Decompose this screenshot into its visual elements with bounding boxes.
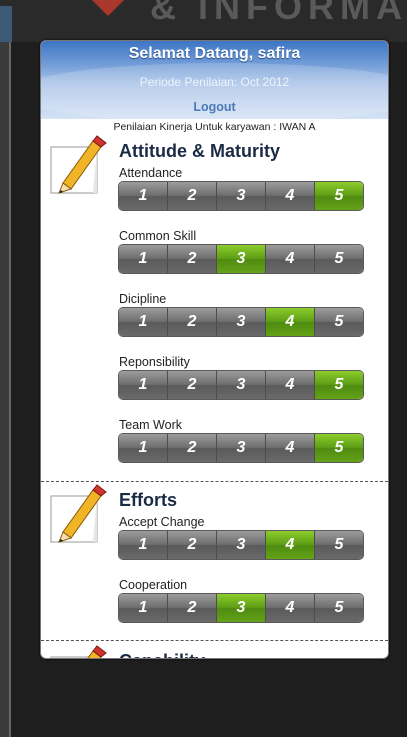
background-watermark: & INFORMA: [150, 0, 407, 27]
background-left-accent: [0, 6, 12, 42]
criterion-label: Team Work: [119, 418, 182, 432]
section-divider: [41, 640, 388, 641]
criterion-label: Dicipline: [119, 292, 167, 306]
criterion-label: Attendance: [119, 166, 183, 180]
rating-option-4[interactable]: 4: [266, 371, 315, 399]
section-title: Attitude & Maturity: [119, 141, 280, 161]
rating-option-2[interactable]: 2: [168, 594, 217, 622]
rating-option-5[interactable]: 5: [315, 594, 363, 622]
pencil-edit-icon: [49, 645, 107, 658]
section-title: Capability: [119, 651, 205, 658]
rating-selector: 12345: [118, 370, 364, 400]
rating-selector: 12345: [118, 530, 364, 560]
rating-option-2[interactable]: 2: [168, 434, 217, 462]
rating-selector: 12345: [118, 181, 364, 211]
rating-option-1[interactable]: 1: [119, 434, 168, 462]
rating-option-4[interactable]: 4: [266, 594, 315, 622]
criterion-label: Accept Change: [119, 515, 205, 529]
criterion-label: Common Skill: [119, 229, 197, 243]
rating-option-4[interactable]: 4: [266, 245, 315, 273]
rating-option-1[interactable]: 1: [119, 245, 168, 273]
rating-option-4[interactable]: 4: [266, 182, 315, 210]
rating-option-2[interactable]: 2: [168, 182, 217, 210]
rating-option-3[interactable]: 3: [217, 371, 266, 399]
rating-selector: 12345: [118, 244, 364, 274]
rating-option-5[interactable]: 5: [315, 371, 363, 399]
rating-option-3[interactable]: 3: [217, 245, 266, 273]
rating-option-1[interactable]: 1: [119, 308, 168, 336]
rating-option-3[interactable]: 3: [217, 182, 266, 210]
rating-option-3[interactable]: 3: [217, 531, 266, 559]
pencil-edit-icon: [49, 135, 107, 197]
rating-option-5[interactable]: 5: [315, 308, 363, 336]
background-logo-triangle: [92, 0, 124, 16]
rating-option-1[interactable]: 1: [119, 594, 168, 622]
rating-selector: 12345: [118, 593, 364, 623]
rating-option-3[interactable]: 3: [217, 434, 266, 462]
rating-option-1[interactable]: 1: [119, 182, 168, 210]
rating-option-5[interactable]: 5: [315, 245, 363, 273]
pencil-edit-icon: [49, 484, 107, 546]
rating-selector: 12345: [118, 307, 364, 337]
rating-option-5[interactable]: 5: [315, 434, 363, 462]
section-title: Efforts: [119, 490, 177, 510]
rating-option-2[interactable]: 2: [168, 371, 217, 399]
rating-option-1[interactable]: 1: [119, 531, 168, 559]
app-window: Selamat Datang, safira Periode Penilaian…: [40, 40, 389, 659]
rating-option-4[interactable]: 4: [266, 531, 315, 559]
rating-option-4[interactable]: 4: [266, 434, 315, 462]
rating-option-5[interactable]: 5: [315, 531, 363, 559]
section-divider: [41, 481, 388, 482]
background-left-stripe: [0, 42, 9, 737]
rating-selector: 12345: [118, 433, 364, 463]
rating-option-1[interactable]: 1: [119, 371, 168, 399]
rating-option-2[interactable]: 2: [168, 245, 217, 273]
background-left-line: [9, 42, 11, 737]
rating-option-2[interactable]: 2: [168, 531, 217, 559]
evaluation-content: Attitude & Maturity Attendance 1 2 3 4 5 Common…: [41, 41, 388, 658]
criterion-label: Reponsibility: [119, 355, 190, 369]
rating-option-4[interactable]: 4: [266, 308, 315, 336]
rating-option-5[interactable]: 5: [315, 182, 363, 210]
rating-option-3[interactable]: 3: [217, 594, 266, 622]
rating-option-3[interactable]: 3: [217, 308, 266, 336]
criterion-label: Cooperation: [119, 578, 188, 592]
rating-option-2[interactable]: 2: [168, 308, 217, 336]
